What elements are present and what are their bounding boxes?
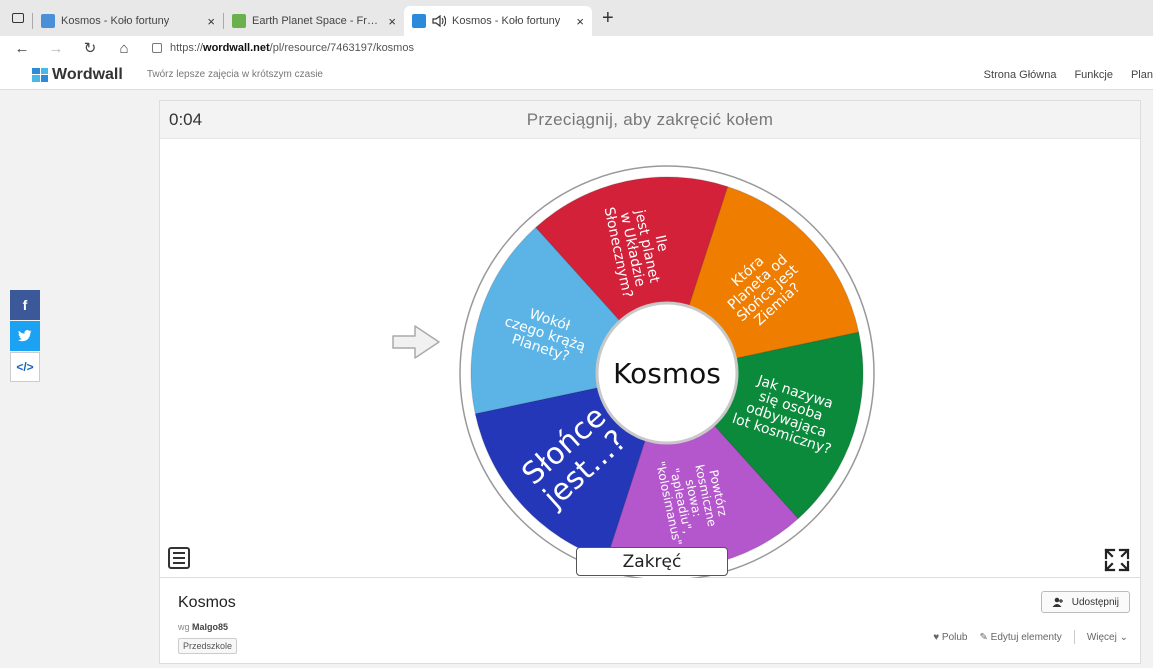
fullscreen-icon[interactable] — [1103, 547, 1131, 573]
speaker-icon[interactable] — [432, 15, 446, 27]
window-icon — [12, 13, 24, 23]
browser-tab-3-active[interactable]: Kosmos - Koło fortuny × — [404, 6, 592, 36]
facebook-share-button[interactable]: f — [10, 290, 40, 320]
divider — [1073, 630, 1075, 644]
wordwall-favicon-icon — [412, 14, 426, 28]
reload-icon[interactable]: ↻ — [82, 39, 98, 57]
wordwall-logo[interactable]: Wordwall — [32, 66, 123, 84]
wordwall-favicon-icon — [41, 14, 55, 28]
site-tagline: Twórz lepsze zajęcia w krótszym czasie — [146, 69, 323, 80]
embed-code-button[interactable]: </> — [10, 352, 40, 382]
browser-tab-1[interactable]: Kosmos - Koło fortuny × — [33, 6, 223, 36]
browser-tab-bar: Kosmos - Koło fortuny × Earth Planet Spa… — [0, 0, 1153, 36]
home-icon[interactable]: ⌂ — [116, 40, 132, 57]
tab-close-icon[interactable]: × — [207, 14, 215, 29]
more-menu-button[interactable]: Więcej ⌄ — [1087, 632, 1128, 643]
activity-info: Kosmos wg Malgo85 Przedszkole Udostępnij… — [159, 578, 1141, 664]
author-line: wg Malgo85 — [178, 622, 229, 632]
site-header: Wordwall Twórz lepsze zajęcia w krótszym… — [0, 60, 1153, 90]
tab-title: Kosmos - Koło fortuny — [452, 15, 561, 27]
url-text: https://wordwall.net/pl/resource/7463197… — [170, 42, 414, 54]
nav-home-link[interactable]: Strona Główna — [984, 69, 1057, 81]
menu-icon-line — [173, 552, 185, 554]
forward-icon[interactable]: → — [48, 40, 64, 57]
nav-features-link[interactable]: Funkcje — [1074, 69, 1113, 81]
menu-icon-line — [173, 562, 185, 564]
spin-instruction: Przeciągnij, aby zakręcić kołem — [526, 110, 774, 129]
twitter-share-button[interactable] — [10, 321, 40, 351]
image-favicon-icon — [232, 14, 246, 28]
activity-actions: ♥ Polub ✎ Edytuj elementy Więcej ⌄ — [933, 630, 1128, 644]
tab-close-icon[interactable]: × — [388, 14, 396, 29]
tab-close-icon[interactable]: × — [576, 14, 584, 29]
like-button[interactable]: ♥ Polub — [933, 632, 967, 643]
fortune-wheel[interactable]: KtóraPlaneta odSłońca jestZiemia?Jak naz… — [457, 163, 877, 583]
activity-header: 0:04 Przeciągnij, aby zakręcić kołem — [160, 101, 1140, 139]
logo-text: Wordwall — [52, 65, 123, 83]
edit-items-button[interactable]: ✎ Edytuj elementy — [979, 632, 1061, 643]
url-field[interactable]: https://wordwall.net/pl/resource/7463197… — [152, 42, 414, 54]
share-label: Udostępnij — [1071, 596, 1119, 608]
browser-tab-2[interactable]: Earth Planet Space - Free photo × — [224, 6, 404, 36]
address-bar: ← → ↻ ⌂ https://wordwall.net/pl/resource… — [0, 36, 1153, 60]
top-navigation: Strona Główna Funkcje Plan — [984, 69, 1153, 81]
share-button[interactable]: Udostępnij — [1040, 591, 1130, 613]
tab-title: Kosmos - Koło fortuny — [61, 15, 170, 27]
activity-title: Kosmos — [178, 594, 236, 611]
menu-icon-line — [173, 557, 185, 559]
tab-actions-button[interactable] — [4, 4, 32, 32]
tab-title: Earth Planet Space - Free photo — [252, 15, 382, 27]
back-icon[interactable]: ← — [14, 40, 30, 57]
activity-panel: 0:04 Przeciągnij, aby zakręcić kołem Któ… — [159, 100, 1141, 581]
nav-plans-link[interactable]: Plan — [1131, 69, 1153, 81]
wheel-center-label: Kosmos — [613, 357, 721, 390]
social-share-sidebar: f </> — [10, 290, 40, 383]
new-tab-button[interactable]: + — [592, 7, 624, 30]
user-share-icon — [1052, 597, 1063, 607]
category-tag[interactable]: Przedszkole — [178, 638, 238, 654]
lock-icon — [152, 43, 162, 53]
twitter-icon — [18, 330, 32, 342]
spin-button[interactable]: Zakręć — [576, 547, 728, 576]
wheel-pointer-arrow-icon — [392, 325, 440, 359]
menu-button[interactable] — [168, 547, 190, 569]
author-link[interactable]: Malgo85 — [192, 622, 228, 632]
wordwall-logo-icon — [32, 67, 48, 82]
